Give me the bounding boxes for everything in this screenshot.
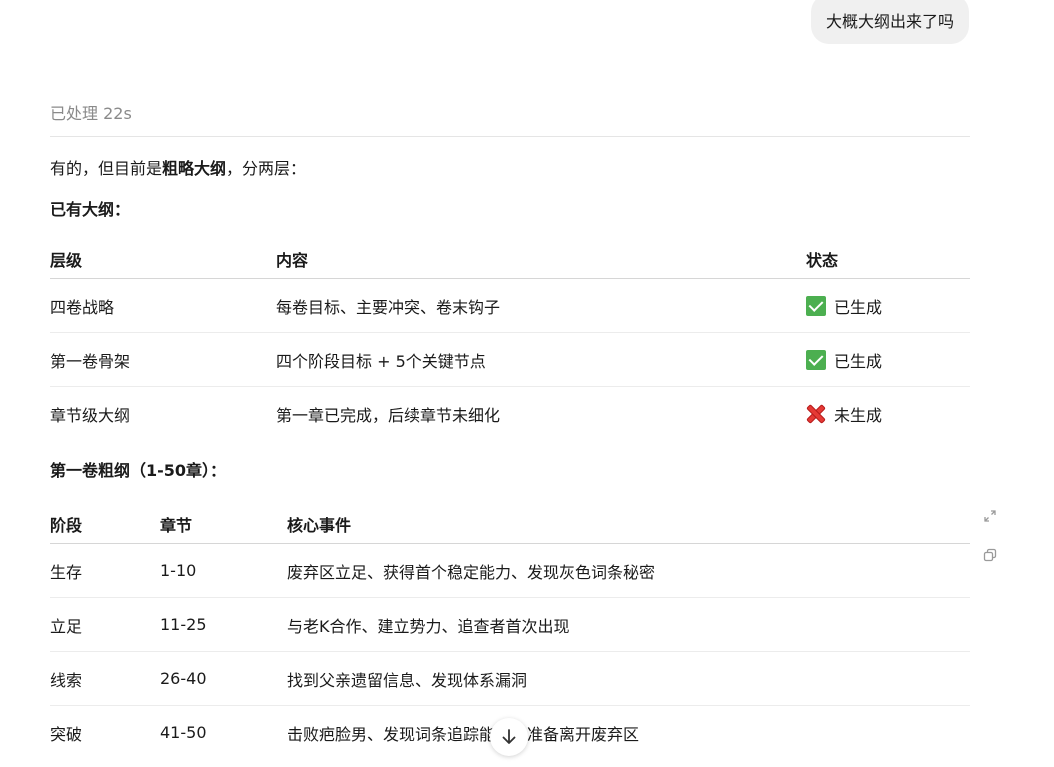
cross-icon xyxy=(806,404,826,424)
row-level: 四卷战略 xyxy=(50,297,115,317)
column-header-status: 状态 xyxy=(806,251,839,270)
copy-icon[interactable] xyxy=(983,548,997,562)
section2-heading: 第一卷粗纲（1-50章）： xyxy=(50,461,227,480)
column-header-chapters: 章节 xyxy=(160,516,193,535)
row-event: 与老K合作、建立势力、追查者首次出现 xyxy=(287,616,570,636)
row-chapters: 41-50 xyxy=(160,723,207,742)
status-text: 已生成 xyxy=(834,297,883,317)
column-header-level: 层级 xyxy=(50,251,83,270)
row-status: 已生成 xyxy=(806,279,970,333)
table-row: 章节级大纲 第一章已完成，后续章节未细化 未生成 xyxy=(50,387,970,441)
status-text: 未生成 xyxy=(834,405,883,425)
row-event: 击败疤脸男、发现词条追踪能力、准备离开废弃区 xyxy=(287,724,640,744)
row-stage: 线索 xyxy=(50,670,83,690)
assistant-response: 有的，但目前是粗略大纲，分两层： 已有大纲： 层级 内容 状态 四卷战略 每卷目… xyxy=(50,157,970,759)
check-icon xyxy=(806,295,826,316)
table-row: 线索 26-40 找到父亲遗留信息、发现体系漏洞 xyxy=(50,652,970,706)
arrow-down-icon xyxy=(502,729,516,744)
row-event: 废弃区立足、获得首个稳定能力、发现灰色词条秘密 xyxy=(287,562,656,582)
row-content: 四个阶段目标 + 5个关键节点 xyxy=(276,351,486,371)
row-stage: 突破 xyxy=(50,724,83,744)
row-status: 已生成 xyxy=(806,333,970,387)
scroll-to-bottom-button[interactable] xyxy=(490,718,528,756)
row-level: 第一卷骨架 xyxy=(50,351,131,371)
thinking-status-text: 已处理 22s xyxy=(50,104,132,123)
table-row: 第一卷骨架 四个阶段目标 + 5个关键节点 已生成 xyxy=(50,333,970,387)
expand-icon[interactable] xyxy=(983,509,997,523)
intro-paragraph: 有的，但目前是粗略大纲，分两层： xyxy=(50,157,970,181)
user-message-text: 大概大纲出来了吗 xyxy=(825,12,954,31)
row-event: 找到父亲遗留信息、发现体系漏洞 xyxy=(287,670,528,690)
section1-heading: 已有大纲： xyxy=(50,200,131,219)
row-chapters: 26-40 xyxy=(160,669,207,688)
column-header-content: 内容 xyxy=(276,251,309,270)
intro-suffix: ，分两层： xyxy=(226,159,307,178)
row-stage: 生存 xyxy=(50,562,83,582)
status-text: 已生成 xyxy=(834,351,883,371)
column-header-stage: 阶段 xyxy=(50,516,83,535)
intro-bold: 粗略大纲 xyxy=(162,159,227,178)
row-level: 章节级大纲 xyxy=(50,405,131,425)
row-content: 每卷目标、主要冲突、卷末钩子 xyxy=(276,297,501,317)
intro-prefix: 有的，但目前是 xyxy=(50,159,163,178)
table-row: 立足 11-25 与老K合作、建立势力、追查者首次出现 xyxy=(50,598,970,652)
table-row: 生存 1-10 废弃区立足、获得首个稳定能力、发现灰色词条秘密 xyxy=(50,544,970,598)
row-chapters: 1-10 xyxy=(160,561,197,580)
column-header-event: 核心事件 xyxy=(287,516,352,535)
thinking-status[interactable]: 已处理 22s xyxy=(50,100,970,137)
user-message-bubble: 大概大纲出来了吗 xyxy=(810,0,969,44)
row-chapters: 11-25 xyxy=(160,615,207,634)
row-stage: 立足 xyxy=(50,616,83,636)
row-content: 第一章已完成，后续章节未细化 xyxy=(276,405,501,425)
check-icon xyxy=(806,349,826,370)
row-status: 未生成 xyxy=(806,387,970,441)
outline-status-table: 层级 内容 状态 四卷战略 每卷目标、主要冲突、卷末钩子 已生成 第一卷骨架 四… xyxy=(50,240,970,440)
table-row: 四卷战略 每卷目标、主要冲突、卷末钩子 已生成 xyxy=(50,279,970,333)
